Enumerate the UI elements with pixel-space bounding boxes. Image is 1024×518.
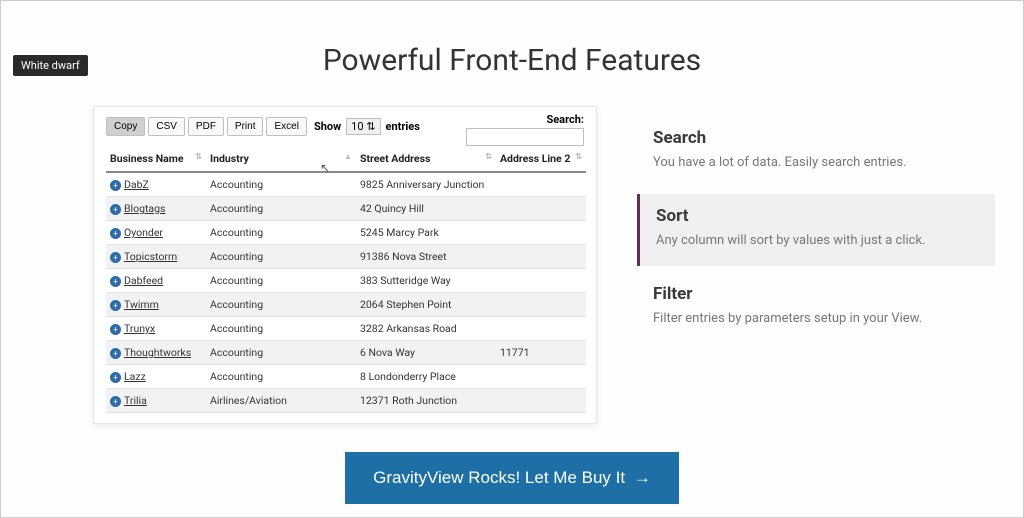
table-search: Search:	[466, 113, 584, 146]
plus-circle-icon[interactable]: +	[110, 276, 121, 287]
table-row: +Dabfeed Accounting383 Sutteridge Way	[106, 269, 586, 293]
table-row: +Thoughtworks Accounting6 Nova Way11771	[106, 341, 586, 365]
business-link[interactable]: Oyonder	[124, 226, 163, 239]
business-link[interactable]: Twimm	[124, 298, 159, 311]
cell-line2	[496, 172, 586, 197]
table-row: +Oyonder Accounting5245 Marcy Park	[106, 221, 586, 245]
features-column: Search You have a lot of data. Easily se…	[637, 106, 995, 424]
show-entries-prefix: Show	[314, 120, 341, 133]
search-label: Search:	[466, 113, 584, 126]
cta-wrap: GravityView Rocks! Let Me Buy It →	[1, 452, 1023, 504]
table-row: +Twimm Accounting2064 Stephen Point	[106, 293, 586, 317]
cell-line2	[496, 269, 586, 293]
feature-sort-title: Sort	[656, 206, 979, 226]
show-entries-select[interactable]: 10 ⇅	[346, 118, 380, 135]
cell-street: 12371 Roth Junction	[356, 389, 496, 413]
show-entries-suffix: entries	[386, 120, 420, 133]
feature-search-desc: You have a lot of data. Easily search en…	[653, 154, 979, 172]
plus-circle-icon[interactable]: +	[110, 372, 121, 383]
business-link[interactable]: Topicstorm	[124, 250, 177, 263]
business-link[interactable]: Blogtags	[124, 202, 165, 215]
table-row: +Trilia Airlines/Aviation12371 Roth Junct…	[106, 389, 586, 413]
cell-industry: Accounting	[206, 293, 356, 317]
cta-buy-button[interactable]: GravityView Rocks! Let Me Buy It →	[345, 452, 679, 504]
theme-badge: White dwarf	[13, 55, 88, 76]
search-input[interactable]	[466, 128, 584, 146]
col-street-address[interactable]: Street Address⇅	[356, 146, 496, 172]
table-row: +Lazz Accounting8 Londonderry Place	[106, 365, 586, 389]
cell-industry: Accounting	[206, 317, 356, 341]
plus-circle-icon[interactable]: +	[110, 324, 121, 335]
feature-sort-desc: Any column will sort by values with just…	[656, 232, 979, 250]
cell-line2	[496, 365, 586, 389]
business-link[interactable]: Thoughtworks	[124, 346, 191, 359]
page-title: Powerful Front-End Features	[1, 43, 1023, 78]
plus-circle-icon[interactable]: +	[110, 300, 121, 311]
cell-line2	[496, 389, 586, 413]
plus-circle-icon[interactable]: +	[110, 348, 121, 359]
feature-filter[interactable]: Filter Filter entries by parameters setu…	[637, 272, 995, 344]
plus-circle-icon[interactable]: +	[110, 396, 121, 407]
cell-industry: Accounting	[206, 197, 356, 221]
table-row: +Blogtags Accounting42 Quincy Hill	[106, 197, 586, 221]
pdf-button[interactable]: PDF	[188, 117, 224, 136]
cell-street: 42 Quincy Hill	[356, 197, 496, 221]
col-business-name[interactable]: Business Name⇅	[106, 146, 206, 172]
cell-industry: Accounting	[206, 341, 356, 365]
cell-street: 3282 Arkansas Road	[356, 317, 496, 341]
table-row: +Topicstorm Accounting91386 Nova Street	[106, 245, 586, 269]
feature-search[interactable]: Search You have a lot of data. Easily se…	[637, 116, 995, 188]
plus-circle-icon[interactable]: +	[110, 204, 121, 215]
cell-line2	[496, 221, 586, 245]
feature-search-title: Search	[653, 128, 979, 148]
cta-label: GravityView Rocks! Let Me Buy It	[373, 468, 625, 487]
cell-line2	[496, 245, 586, 269]
cell-industry: Airlines/Aviation	[206, 389, 356, 413]
business-link[interactable]: Trilia	[124, 394, 147, 407]
excel-button[interactable]: Excel	[266, 117, 306, 136]
feature-filter-desc: Filter entries by parameters setup in yo…	[653, 310, 979, 328]
cell-street: 9825 Anniversary Junction	[356, 172, 496, 197]
data-table-panel: Copy CSV PDF Print Excel Show 10 ⇅ entri…	[93, 106, 597, 424]
cell-street: 383 Sutteridge Way	[356, 269, 496, 293]
plus-circle-icon[interactable]: +	[110, 228, 121, 239]
copy-button[interactable]: Copy	[106, 117, 145, 136]
plus-circle-icon[interactable]: +	[110, 252, 121, 263]
table-row: +DabZ Accounting9825 Anniversary Junction	[106, 172, 586, 197]
feature-filter-title: Filter	[653, 284, 979, 304]
cell-line2	[496, 197, 586, 221]
business-link[interactable]: DabZ	[124, 178, 149, 191]
col-address-line-2[interactable]: Address Line 2⇅	[496, 146, 586, 172]
cell-industry: Accounting	[206, 221, 356, 245]
cell-street: 2064 Stephen Point	[356, 293, 496, 317]
cell-industry: Accounting	[206, 245, 356, 269]
data-table: Business Name⇅ Industry▲ Street Address⇅…	[106, 146, 586, 413]
cell-industry: Accounting	[206, 365, 356, 389]
csv-button[interactable]: CSV	[148, 117, 185, 136]
cell-industry: Accounting	[206, 269, 356, 293]
cell-street: 6 Nova Way	[356, 341, 496, 365]
business-link[interactable]: Trunyx	[124, 322, 155, 335]
cell-street: 5245 Marcy Park	[356, 221, 496, 245]
cell-line2	[496, 317, 586, 341]
business-link[interactable]: Dabfeed	[124, 274, 163, 287]
cell-street: 91386 Nova Street	[356, 245, 496, 269]
business-link[interactable]: Lazz	[124, 370, 146, 383]
table-row: +Trunyx Accounting3282 Arkansas Road	[106, 317, 586, 341]
print-button[interactable]: Print	[227, 117, 264, 136]
feature-sort[interactable]: Sort Any column will sort by values with…	[637, 194, 995, 266]
cell-line2: 11771	[496, 341, 586, 365]
cell-industry: Accounting	[206, 172, 356, 197]
cell-street: 8 Londonderry Place	[356, 365, 496, 389]
arrow-right-icon: →	[634, 468, 651, 487]
cell-line2	[496, 293, 586, 317]
col-industry[interactable]: Industry▲	[206, 146, 356, 172]
plus-circle-icon[interactable]: +	[110, 180, 121, 191]
